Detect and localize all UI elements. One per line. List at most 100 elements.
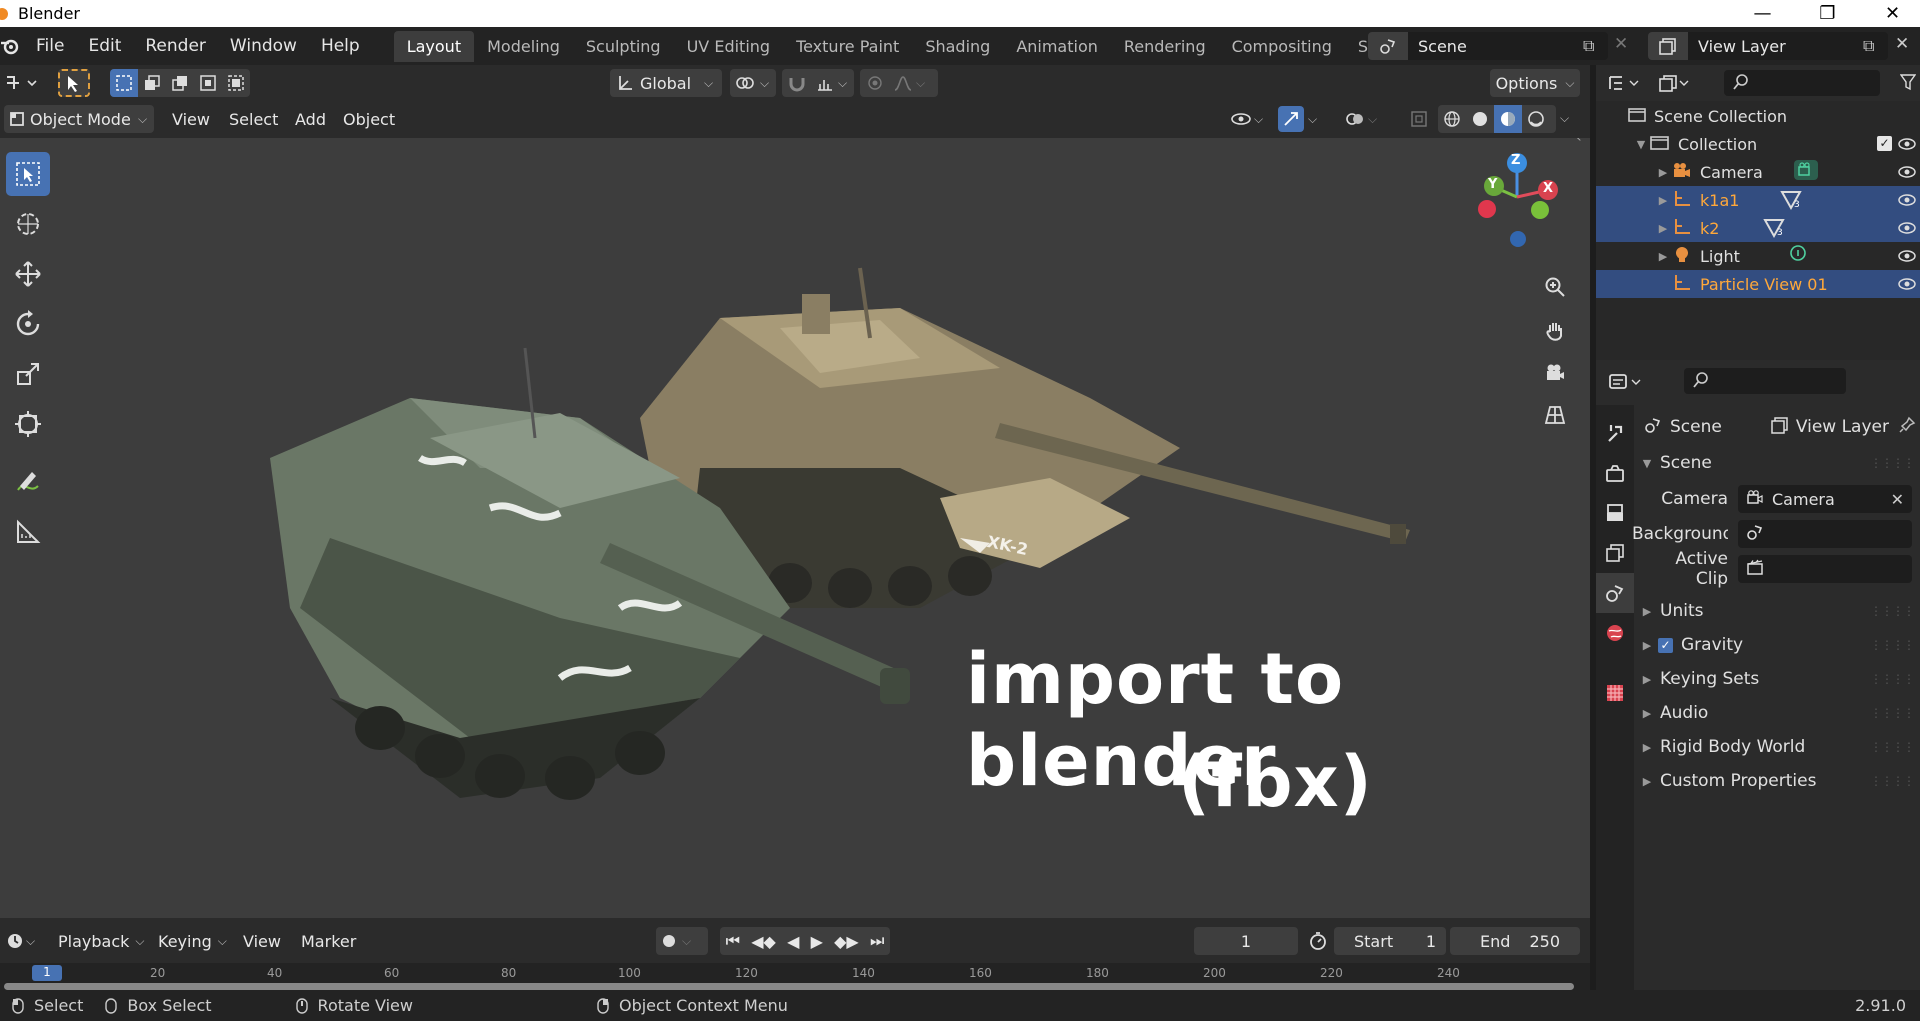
audio-panel-header[interactable]: ▶ Audio ⋮⋮⋮⋮ — [1638, 696, 1918, 730]
keying-menu[interactable]: Keying ⌵ — [158, 927, 227, 955]
menu-render[interactable]: Render — [133, 36, 218, 56]
eye-icon[interactable] — [1898, 219, 1916, 238]
view-layer-selector[interactable]: View Layer ⧉ — [1648, 32, 1888, 60]
transform-orientation-dropdown[interactable]: Global ⌵ — [610, 69, 722, 97]
playback-menu[interactable]: Playback ⌵ — [58, 927, 145, 955]
keying-sets-panel-header[interactable]: ▶ Keying Sets ⋮⋮⋮⋮ — [1638, 662, 1918, 696]
drag-handle-icon[interactable]: ⋮⋮⋮⋮ — [1870, 774, 1915, 788]
extend-selection-icon[interactable] — [138, 74, 166, 92]
menu-edit[interactable]: Edit — [76, 36, 133, 56]
menu-file[interactable]: File — [24, 36, 76, 56]
pan-hand-icon[interactable] — [1540, 316, 1570, 346]
perspective-grid-icon[interactable] — [1540, 400, 1570, 430]
current-frame-field[interactable]: 1 — [1194, 927, 1298, 955]
select-box-tool[interactable] — [6, 152, 50, 196]
jump-to-keyframe-forward-icon[interactable]: ◆▶ — [834, 932, 859, 951]
menu-add[interactable]: Add — [295, 105, 326, 133]
active-clip-field[interactable] — [1738, 555, 1912, 583]
eye-icon[interactable] — [1898, 191, 1916, 210]
snap-magnet-icon[interactable] — [782, 74, 812, 92]
new-scene-icon[interactable]: ⧉ — [1583, 36, 1594, 56]
zoom-icon[interactable] — [1540, 272, 1570, 302]
output-tab-icon[interactable] — [1596, 493, 1634, 533]
stopwatch-icon[interactable] — [1308, 931, 1328, 951]
tab-animation[interactable]: Animation — [1003, 31, 1111, 62]
auto-keying-toggle[interactable]: ⌵ — [656, 927, 708, 955]
end-frame-field[interactable]: End 250 — [1450, 927, 1580, 955]
jump-to-keyframe-back-icon[interactable]: ◀◆ — [751, 932, 776, 951]
outliner-row-particle-view[interactable]: Particle View 01 — [1596, 270, 1920, 298]
drag-handle-icon[interactable]: ⋮⋮⋮⋮ — [1870, 706, 1915, 720]
custom-properties-panel-header[interactable]: ▶ Custom Properties ⋮⋮⋮⋮ — [1638, 764, 1918, 798]
sidebar-toggle-icon[interactable]: ‹ — [1576, 138, 1582, 146]
outliner-row-collection[interactable]: ▼ Collection ✓ — [1596, 130, 1920, 158]
camera-field[interactable]: Camera ✕ — [1738, 485, 1912, 513]
timeline-view-menu[interactable]: View — [243, 927, 281, 955]
options-dropdown[interactable]: Options ⌵ — [1490, 69, 1580, 97]
shading-mode-buttons[interactable] — [1438, 105, 1556, 133]
clear-camera-icon[interactable]: ✕ — [1891, 490, 1904, 509]
annotate-tool-icon[interactable] — [6, 460, 50, 504]
gizmo-toggle[interactable]: ⌵ — [1278, 105, 1328, 133]
navigation-gizmo[interactable]: Z Y X — [1470, 152, 1570, 262]
timeline-scrollbar[interactable] — [4, 983, 1574, 990]
jump-to-start-icon[interactable]: ⏮ — [726, 931, 740, 951]
tab-uv-editing[interactable]: UV Editing — [674, 31, 783, 62]
maximize-icon[interactable]: ❐ — [1800, 0, 1855, 27]
properties-editor-type-button[interactable] — [1608, 368, 1652, 396]
tab-shading[interactable]: Shading — [912, 31, 1003, 62]
texture-tab-icon[interactable] — [1596, 673, 1634, 713]
mesh-data-icon[interactable]: 3 — [1778, 188, 1806, 216]
expand-triangle-icon[interactable]: ▶ — [1654, 194, 1672, 207]
3d-viewport[interactable]: import to blender (fbx) XK-2 Z Y X ‹ — [0, 138, 1590, 918]
solid-shading-icon[interactable] — [1466, 110, 1494, 128]
outliner-row-light[interactable]: ▶ Light — [1596, 242, 1920, 270]
eye-icon[interactable] — [1898, 163, 1916, 182]
xray-toggle-icon[interactable] — [1410, 110, 1428, 128]
drag-handle-icon[interactable]: ⋮⋮⋮⋮ — [1870, 456, 1915, 470]
light-data-icon[interactable] — [1788, 244, 1808, 268]
shading-options-chevron-icon[interactable]: ⌵ — [1560, 111, 1569, 126]
drag-handle-icon[interactable]: ⋮⋮⋮⋮ — [1870, 604, 1915, 618]
scene-tab-icon[interactable] — [1596, 573, 1634, 613]
start-frame-field[interactable]: Start 1 — [1334, 927, 1446, 955]
proportional-editing-controls[interactable]: ⌵ — [860, 69, 938, 97]
drag-handle-icon[interactable]: ⋮⋮⋮⋮ — [1870, 672, 1915, 686]
mesh-data-icon[interactable]: 3 — [1761, 216, 1789, 244]
measure-tool-icon[interactable] — [6, 510, 50, 554]
wireframe-shading-icon[interactable] — [1438, 110, 1466, 128]
menu-object[interactable]: Object — [343, 105, 395, 133]
camera-data-icon[interactable] — [1793, 159, 1819, 185]
outliner-row-scene-collection[interactable]: Scene Collection — [1596, 102, 1920, 130]
timeline-editor-type-button[interactable]: ⌵ — [4, 927, 42, 955]
menu-window[interactable]: Window — [218, 36, 309, 56]
transform-tool-icon[interactable] — [6, 402, 50, 446]
gravity-checkbox[interactable]: ✓ — [1658, 637, 1673, 653]
tab-sculpting[interactable]: Sculpting — [573, 31, 674, 62]
rigid-body-world-panel-header[interactable]: ▶ Rigid Body World ⋮⋮⋮⋮ — [1638, 730, 1918, 764]
overlays-toggle[interactable]: ⌵ — [1342, 105, 1392, 133]
current-frame-marker[interactable]: 1 — [32, 965, 62, 981]
outliner-editor-type-button[interactable] — [1608, 70, 1650, 96]
selection-mode-buttons[interactable] — [110, 69, 250, 97]
rotate-tool-icon[interactable] — [6, 302, 50, 346]
pivot-point-dropdown[interactable]: ⌵ — [730, 69, 776, 97]
subtract-selection-icon[interactable] — [166, 74, 194, 92]
delete-view-layer-icon[interactable]: ✕ — [1895, 34, 1909, 54]
rendered-shading-icon[interactable] — [1522, 110, 1550, 128]
eye-icon[interactable] — [1898, 247, 1916, 266]
delete-scene-icon[interactable]: ✕ — [1614, 34, 1628, 54]
tab-modeling[interactable]: Modeling — [474, 31, 573, 62]
cursor-tool-icon[interactable] — [6, 202, 50, 246]
blender-menu-icon[interactable] — [0, 36, 24, 56]
tool-tab-icon[interactable] — [1596, 413, 1634, 453]
move-tool-icon[interactable] — [6, 252, 50, 296]
properties-search-input[interactable] — [1684, 368, 1846, 394]
units-panel-header[interactable]: ▶ Units ⋮⋮⋮⋮ — [1638, 594, 1918, 628]
set-new-selection-icon[interactable] — [110, 69, 138, 97]
eye-icon[interactable] — [1898, 135, 1916, 154]
outliner-row-k2[interactable]: ▶ k2 3 — [1596, 214, 1920, 242]
editor-type-button[interactable] — [4, 69, 44, 97]
outliner-row-k1a1[interactable]: ▶ k1a1 3 — [1596, 186, 1920, 214]
outliner-search-input[interactable] — [1724, 70, 1880, 96]
